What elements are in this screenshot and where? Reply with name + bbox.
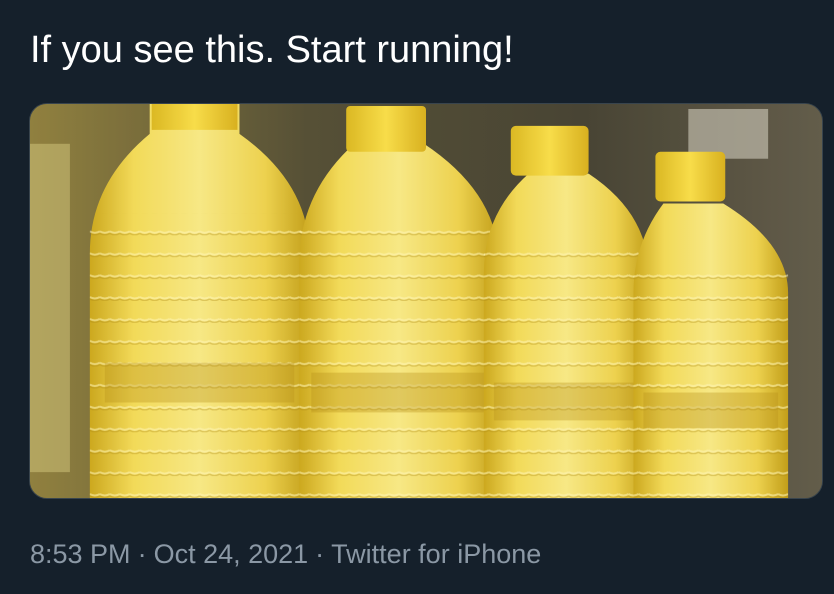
- tweet-media-photo[interactable]: [29, 103, 823, 499]
- separator-dot: ·: [315, 539, 325, 569]
- tweet-source-link[interactable]: Twitter for iPhone: [331, 539, 541, 569]
- tweet-text: If you see this. Start running!: [30, 29, 514, 71]
- tweet-time-link[interactable]: 8:53 PM: [30, 539, 131, 569]
- separator-dot: ·: [137, 539, 147, 569]
- tweet-metadata: 8:53 PM · Oct 24, 2021 · Twitter for iPhone: [30, 535, 541, 573]
- oil-bottles-image: [30, 104, 822, 498]
- tweet-date-link[interactable]: Oct 24, 2021: [154, 539, 309, 569]
